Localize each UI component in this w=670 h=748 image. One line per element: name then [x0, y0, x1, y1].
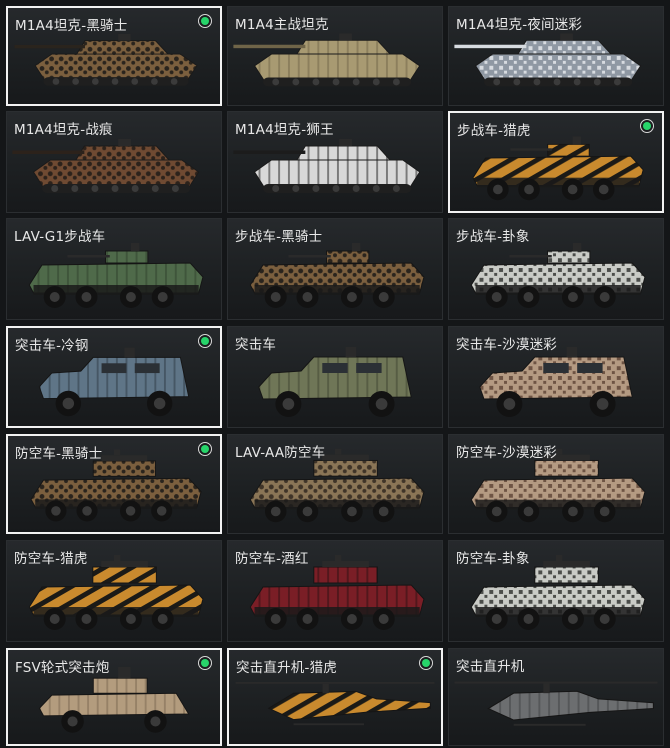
- vehicle-card[interactable]: 突击车-冷钢: [6, 326, 222, 428]
- vehicle-name: 步战车-猎虎: [457, 123, 531, 139]
- vehicle-card[interactable]: 防空车-黑骑士: [6, 434, 222, 534]
- vehicle-name: M1A4坦克-夜间迷彩: [456, 17, 583, 33]
- vehicle-name: M1A4坦克-黑骑士: [15, 18, 128, 34]
- tank-shape: [233, 33, 421, 87]
- vehicle-card[interactable]: 防空车-猎虎: [6, 540, 222, 642]
- vehicle-card[interactable]: 防空车-酒红: [227, 540, 443, 642]
- vehicle-name: M1A4坦克-战痕: [14, 122, 113, 138]
- mrap-shape: [479, 347, 633, 400]
- vehicle-grid: M1A4坦克-黑骑士 M1A4主战坦克 M1A4坦克-夜间迷彩 M1A4坦克-战痕 M1…: [0, 0, 670, 748]
- owned-indicator-icon: [198, 656, 212, 670]
- vehicle-name: 步战车-黑骑士: [235, 229, 323, 245]
- mrap-shape: [38, 347, 190, 400]
- vehicle-card[interactable]: M1A4坦克-夜间迷彩: [448, 6, 664, 106]
- mrap-shape: [258, 347, 412, 400]
- vehicle-card[interactable]: M1A4坦克-狮王: [227, 111, 443, 213]
- owned-indicator-icon: [198, 442, 212, 456]
- vehicle-name: 步战车-卦象: [456, 229, 530, 245]
- tank-shape: [14, 33, 198, 86]
- vehicle-card[interactable]: 步战车-卦象: [448, 218, 664, 320]
- vehicle-name: 防空车-猎虎: [14, 551, 88, 567]
- vehicle-card[interactable]: M1A4坦克-黑骑士: [6, 6, 222, 106]
- helicopter-shape: [235, 681, 435, 726]
- vehicle-name: M1A4主战坦克: [235, 17, 329, 33]
- vehicle-card[interactable]: 突击直升机-猎虎: [227, 648, 443, 746]
- owned-indicator-icon: [419, 656, 433, 670]
- vehicle-name: 突击直升机: [456, 659, 525, 675]
- vehicle-name: 突击车-沙漠迷彩: [456, 337, 557, 353]
- vehicle-name: 突击车: [235, 337, 277, 353]
- vehicle-name: 突击直升机-猎虎: [236, 660, 337, 676]
- vehicle-card[interactable]: M1A4主战坦克: [227, 6, 443, 106]
- vehicle-name: LAV-AA防空车: [235, 445, 326, 461]
- owned-indicator-icon: [198, 334, 212, 348]
- vehicle-name: LAV-G1步战车: [14, 229, 106, 245]
- vehicle-name: 防空车-酒红: [235, 551, 309, 567]
- vehicle-card[interactable]: LAV-AA防空车: [227, 434, 443, 534]
- vehicle-name: 突击车-冷钢: [15, 338, 89, 354]
- vehicle-name: 防空车-卦象: [456, 551, 530, 567]
- vehicle-card[interactable]: LAV-G1步战车: [6, 218, 222, 320]
- helicopter-shape: [454, 681, 658, 726]
- vehicle-name: 防空车-沙漠迷彩: [456, 445, 557, 461]
- vehicle-card[interactable]: 突击车: [227, 326, 443, 428]
- vehicle-card[interactable]: 突击车-沙漠迷彩: [448, 326, 664, 428]
- vehicle-card[interactable]: FSV轮式突击炮: [6, 648, 222, 746]
- vehicle-name: M1A4坦克-狮王: [235, 122, 334, 138]
- tank-shape: [233, 139, 421, 193]
- tank-shape: [12, 139, 200, 193]
- owned-indicator-icon: [198, 14, 212, 28]
- vehicle-card[interactable]: 步战车-猎虎: [448, 111, 664, 213]
- tank-shape: [454, 33, 642, 87]
- vehicle-card[interactable]: 防空车-卦象: [448, 540, 664, 642]
- vehicle-card[interactable]: 防空车-沙漠迷彩: [448, 434, 664, 534]
- vehicle-card[interactable]: M1A4坦克-战痕: [6, 111, 222, 213]
- owned-indicator-icon: [640, 119, 654, 133]
- vehicle-name: 防空车-黑骑士: [15, 446, 103, 462]
- vehicle-card[interactable]: 步战车-黑骑士: [227, 218, 443, 320]
- vehicle-card[interactable]: 突击直升机: [448, 648, 664, 746]
- vehicle-name: FSV轮式突击炮: [15, 660, 110, 676]
